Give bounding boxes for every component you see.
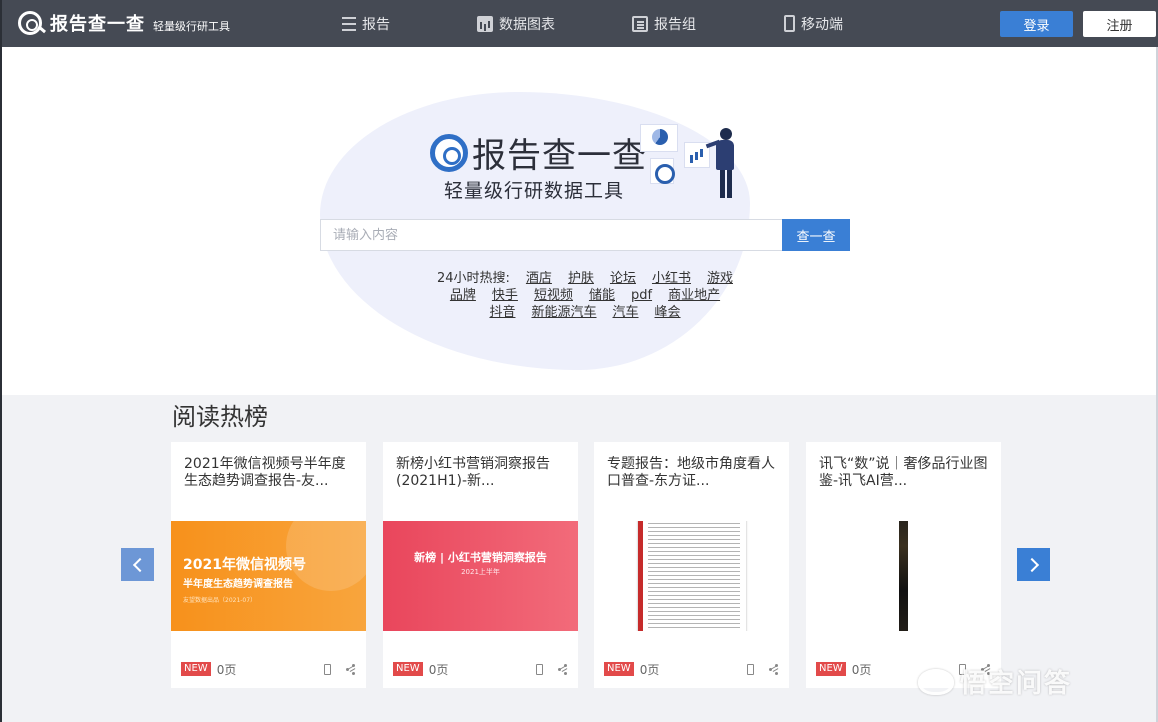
mobile-icon[interactable]	[536, 663, 543, 675]
new-badge: NEW	[393, 662, 423, 676]
report-card-title[interactable]: 2021年微信视频号半年度生态趋势调查报告-友...	[184, 456, 356, 492]
register-button[interactable]: 注册	[1083, 11, 1156, 37]
new-badge: NEW	[604, 662, 634, 676]
report-group-icon	[632, 15, 648, 32]
report-card-title[interactable]: 专题报告：地级市角度看人口普查-东方证...	[607, 456, 779, 492]
page-count: 0页	[851, 662, 872, 677]
logo-icon-tail	[37, 25, 47, 34]
report-cover-image[interactable]: 新榜 | 小红书营销洞察报告 2021上半年	[383, 521, 578, 631]
hot-search-link[interactable]: 论坛	[610, 270, 636, 287]
watermark-text: 悟空问答	[960, 669, 1073, 699]
hot-search-label: 24小时热搜:	[436, 271, 510, 286]
cover-text: 新榜 | 小红书营销洞察报告	[414, 551, 547, 564]
logo-icon	[430, 133, 468, 172]
report-card[interactable]: 新榜小红书营销洞察报告(2021H1)-新... 新榜 | 小红书营销洞察报告 …	[383, 442, 578, 688]
report-card-title[interactable]: 讯飞“数”说｜奢侈品行业图鉴-讯飞AI营...	[819, 456, 991, 492]
hot-search-link[interactable]: 护肤	[568, 270, 594, 287]
presenter-illustration	[705, 128, 742, 202]
hero-subtitle: 轻量级行研数据工具	[444, 180, 625, 202]
cover-text: 2021上半年	[461, 568, 500, 576]
report-card-title[interactable]: 新榜小红书营销洞察报告(2021H1)-新...	[396, 456, 568, 492]
hot-search-row: 24小时热搜: 酒店 护肤 论坛 小红书 游戏	[320, 270, 850, 287]
new-badge: NEW	[816, 662, 846, 676]
report-card-footer: NEW 0页	[604, 661, 779, 677]
logo-icon	[18, 11, 42, 35]
hot-search-link[interactable]: 抖音	[489, 304, 515, 321]
report-card[interactable]: 2021年微信视频号半年度生态趋势调查报告-友... 2021年微信视频号 半年…	[171, 442, 366, 688]
hot-search-link[interactable]: 峰会	[655, 304, 681, 321]
hot-search-link[interactable]: 快手	[492, 287, 518, 304]
nav-item-report[interactable]: 报告	[342, 0, 390, 47]
report-cover-image[interactable]: 2021年微信视频号 半年度生态趋势调查报告 友望数据出品（2021-07）	[171, 521, 366, 631]
logo-title: 报告查一查	[50, 14, 145, 35]
mobile-icon[interactable]	[747, 663, 754, 675]
hot-search-link[interactable]: 储能	[589, 287, 615, 304]
hero-logo: 报告查一查	[430, 128, 647, 177]
hot-search-link[interactable]: 商业地产	[668, 287, 720, 304]
nav-label: 报告组	[654, 16, 696, 33]
page-count: 0页	[216, 662, 237, 677]
mobile-icon[interactable]	[324, 663, 331, 675]
report-card-footer: NEW 0页	[181, 661, 356, 677]
watermark: 悟空问答	[918, 663, 1072, 700]
nav-item-report-group[interactable]: 报告组	[632, 0, 696, 47]
page-count: 0页	[639, 662, 660, 677]
share-icon[interactable]	[768, 664, 779, 675]
search-button[interactable]: 查一查	[782, 219, 850, 251]
hot-search-link[interactable]: pdf	[631, 287, 652, 304]
hot-search-block: 24小时热搜: 酒店 护肤 论坛 小红书 游戏 品牌 快手 短视频 储能 pdf…	[320, 270, 850, 321]
nav-label: 移动端	[801, 16, 843, 33]
top-navbar: 报告查一查 轻量级行研工具 报告 数据图表 报告组 移动端 登录 注册	[0, 0, 1158, 47]
list-icon	[342, 16, 356, 31]
speech-bubble-icon	[918, 668, 954, 695]
page-count: 0页	[428, 662, 449, 677]
hot-search-link[interactable]: 品牌	[450, 287, 476, 304]
pie-chart-illustration	[640, 124, 678, 152]
report-card[interactable]: 专题报告：地级市角度看人口普查-东方证... NEW 0页	[594, 442, 789, 688]
share-icon[interactable]	[345, 664, 356, 675]
nav-item-data-charts[interactable]: 数据图表	[477, 0, 555, 47]
report-cover-image[interactable]	[806, 521, 1001, 631]
hot-search-link[interactable]: 游戏	[707, 270, 733, 287]
report-card-footer: NEW 0页	[393, 661, 568, 677]
cover-text: 2021年微信视频号	[183, 557, 306, 573]
cover-text: 友望数据出品（2021-07）	[183, 597, 257, 604]
hot-search-link[interactable]: 新能源汽车	[531, 304, 596, 321]
cover-text: 半年度生态趋势调查报告	[183, 579, 293, 590]
search-input[interactable]	[320, 219, 782, 251]
hot-search-link[interactable]: 汽车	[613, 304, 639, 321]
new-badge: NEW	[181, 662, 211, 676]
bar-chart-icon	[477, 15, 493, 32]
hero-title: 报告查一查	[472, 136, 647, 176]
section-title: 阅读热榜	[172, 403, 268, 431]
hot-search-row: 品牌 快手 短视频 储能 pdf 商业地产	[320, 287, 850, 304]
hot-search-link[interactable]: 酒店	[526, 270, 552, 287]
hot-search-link[interactable]: 短视频	[534, 287, 573, 304]
report-cover-image[interactable]	[594, 521, 789, 631]
nav-item-mobile[interactable]: 移动端	[784, 0, 843, 47]
site-logo[interactable]: 报告查一查 轻量级行研工具	[18, 10, 230, 36]
nav-label: 数据图表	[499, 16, 555, 33]
nav-label: 报告	[362, 16, 390, 33]
carousel-next-button[interactable]	[1017, 548, 1050, 581]
mobile-icon	[784, 15, 795, 32]
share-icon[interactable]	[557, 664, 568, 675]
login-button[interactable]: 登录	[1000, 11, 1073, 37]
donut-chart-illustration	[650, 158, 675, 184]
hot-search-link[interactable]: 小红书	[652, 270, 691, 287]
hot-search-row: 抖音 新能源汽车 汽车 峰会	[320, 304, 850, 321]
carousel-prev-button[interactable]	[121, 548, 154, 581]
logo-subtitle: 轻量级行研工具	[153, 20, 230, 33]
report-card[interactable]: 讯飞“数”说｜奢侈品行业图鉴-讯飞AI营... NEW 0页	[806, 442, 1001, 688]
